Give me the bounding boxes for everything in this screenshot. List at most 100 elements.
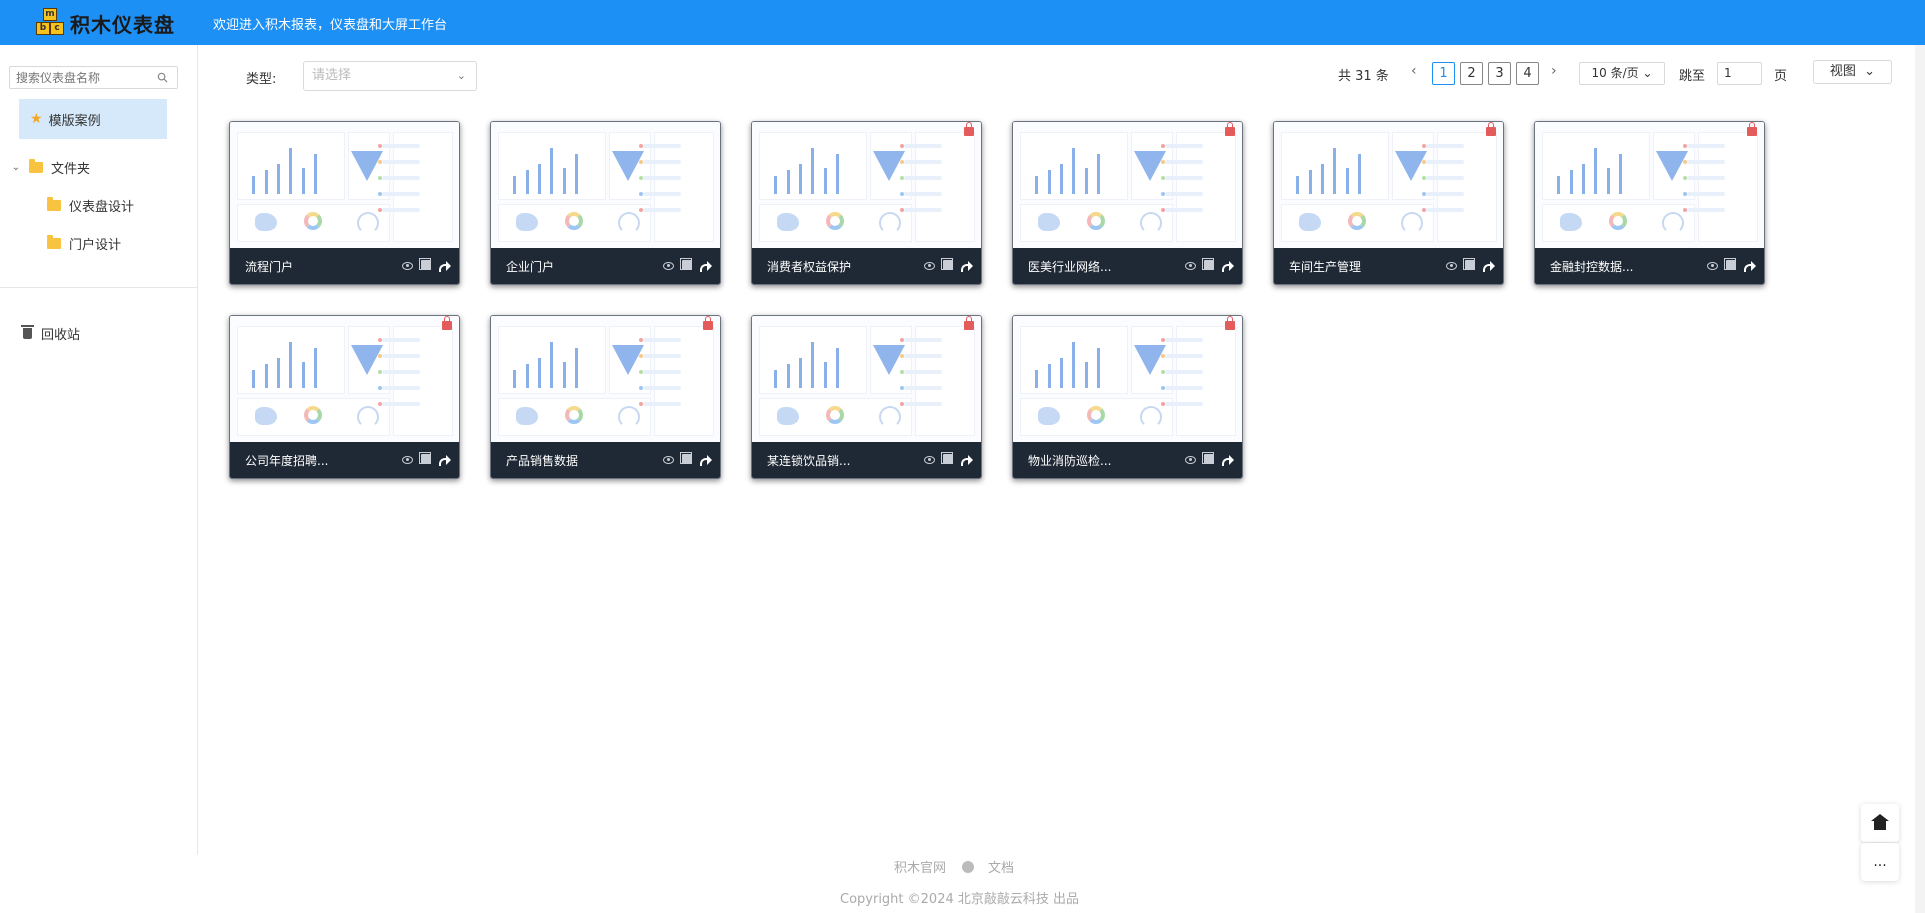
page-size-select[interactable]: 10 条/页 ⌄: [1579, 62, 1665, 85]
card-title[interactable]: 公司年度招聘...: [245, 452, 385, 469]
eye-icon[interactable]: [663, 456, 674, 464]
eye-icon[interactable]: [924, 456, 935, 464]
dashboard-thumbnail[interactable]: [1535, 122, 1764, 248]
dashboard-card[interactable]: 金融封控数据...: [1534, 121, 1765, 285]
share-icon[interactable]: [439, 454, 451, 466]
share-icon[interactable]: [700, 260, 712, 272]
share-icon[interactable]: [439, 260, 451, 272]
card-title[interactable]: 流程门户: [245, 258, 385, 275]
eye-icon[interactable]: [1185, 456, 1196, 464]
tree-item-folder-portal-design[interactable]: 门户设计: [47, 233, 121, 253]
eye-icon[interactable]: [402, 456, 413, 464]
page-button-4[interactable]: 4: [1516, 62, 1539, 85]
copy-icon[interactable]: [680, 452, 692, 464]
dashboard-thumbnail[interactable]: [1274, 122, 1503, 248]
dashboard-card[interactable]: 流程门户: [229, 121, 460, 285]
copy-icon[interactable]: [680, 258, 692, 270]
share-icon[interactable]: [961, 454, 973, 466]
eye-icon[interactable]: [1707, 262, 1718, 270]
dashboard-thumbnail[interactable]: [752, 122, 981, 248]
copy-icon[interactable]: [941, 452, 953, 464]
card-title[interactable]: 消费者权益保护: [767, 258, 907, 275]
dashboard-search[interactable]: [9, 66, 178, 89]
thumb-gauge: [879, 406, 901, 428]
card-title[interactable]: 产品销售数据: [506, 452, 646, 469]
dashboard-card[interactable]: 物业消防巡检...: [1012, 315, 1243, 479]
card-title[interactable]: 金融封控数据...: [1550, 258, 1690, 275]
search-icon[interactable]: [157, 72, 168, 83]
tree-item-folder-root[interactable]: ⌄ 文件夹: [11, 157, 90, 177]
dashboard-thumbnail[interactable]: [491, 316, 720, 442]
copy-icon[interactable]: [419, 258, 431, 270]
copy-icon[interactable]: [1202, 258, 1214, 270]
folder-icon: [47, 234, 61, 249]
thumb-bar: [563, 168, 566, 194]
copy-icon[interactable]: [941, 258, 953, 270]
dashboard-thumbnail[interactable]: [230, 316, 459, 442]
dashboard-card[interactable]: 公司年度招聘...: [229, 315, 460, 479]
dashboard-card[interactable]: 车间生产管理: [1273, 121, 1504, 285]
eye-icon[interactable]: [924, 262, 935, 270]
jump-label: 跳至: [1679, 69, 1706, 84]
copy-icon[interactable]: [1724, 258, 1736, 270]
dashboard-thumbnail[interactable]: [1013, 316, 1242, 442]
dashboard-card[interactable]: 消费者权益保护: [751, 121, 982, 285]
thumb-bar: [1309, 170, 1312, 194]
official-site-link[interactable]: 积木官网: [894, 857, 946, 876]
home-button[interactable]: [1861, 804, 1899, 842]
share-icon[interactable]: [1222, 260, 1234, 272]
tree-item-folder-dashboard-design[interactable]: 仪表盘设计: [47, 195, 134, 215]
card-title[interactable]: 医美行业网络...: [1028, 258, 1168, 275]
dashboard-card[interactable]: 医美行业网络...: [1012, 121, 1243, 285]
page-button-2[interactable]: 2: [1460, 62, 1483, 85]
dashboard-card[interactable]: 某连锁饮品销...: [751, 315, 982, 479]
dashboard-card[interactable]: 产品销售数据: [490, 315, 721, 479]
share-icon[interactable]: [961, 260, 973, 272]
eye-icon[interactable]: [402, 262, 413, 270]
eye-icon[interactable]: [1185, 262, 1196, 270]
card-title[interactable]: 某连锁饮品销...: [767, 452, 907, 469]
jump-page-input[interactable]: 1: [1717, 62, 1762, 85]
tree-item-label: 仪表盘设计: [69, 199, 135, 215]
chevron-down-icon[interactable]: ⌄: [11, 162, 21, 173]
docs-link[interactable]: 文档: [988, 857, 1014, 876]
copy-icon[interactable]: [419, 452, 431, 464]
card-footer: 流程门户: [230, 248, 459, 284]
dashboard-thumbnail[interactable]: [1013, 122, 1242, 248]
card-title[interactable]: 企业门户: [506, 258, 646, 275]
eye-icon[interactable]: [1446, 262, 1457, 270]
share-icon[interactable]: [1222, 454, 1234, 466]
thumb-bar: [1333, 148, 1336, 194]
thumb-bar: [265, 364, 268, 388]
page-scrollbar[interactable]: [1915, 45, 1925, 913]
page-button-3[interactable]: 3: [1488, 62, 1511, 85]
more-button[interactable]: ...: [1861, 843, 1899, 881]
thumb-legend-line: [904, 160, 942, 164]
share-icon[interactable]: [1483, 260, 1495, 272]
view-mode-dropdown[interactable]: 视图 ⌄: [1813, 60, 1892, 84]
search-input[interactable]: [16, 70, 156, 85]
type-filter-select[interactable]: 请选择 ⌄: [303, 61, 477, 91]
share-icon[interactable]: [1744, 260, 1756, 272]
dashboard-thumbnail[interactable]: [230, 122, 459, 248]
copy-icon[interactable]: [1463, 258, 1475, 270]
tree-item-templates[interactable]: ★ 模版案例: [19, 99, 167, 139]
thumb-legend-line: [1165, 192, 1203, 196]
share-icon[interactable]: [700, 454, 712, 466]
prev-page-icon[interactable]: ‹: [1411, 63, 1417, 79]
eye-icon[interactable]: [663, 262, 674, 270]
next-page-icon[interactable]: ›: [1551, 63, 1557, 79]
page-button-1[interactable]: 1: [1432, 62, 1455, 85]
dashboard-card[interactable]: 企业门户: [490, 121, 721, 285]
card-title[interactable]: 车间生产管理: [1289, 258, 1429, 275]
thumb-bar: [538, 164, 541, 194]
logo[interactable]: m b c 积木仪表盘: [33, 8, 175, 37]
github-icon[interactable]: [962, 860, 975, 873]
copy-icon[interactable]: [1202, 452, 1214, 464]
recycle-bin-item[interactable]: 回收站: [21, 323, 80, 343]
tree-item-label: 文件夹: [51, 161, 91, 177]
dashboard-thumbnail[interactable]: [752, 316, 981, 442]
thumb-legend-line: [643, 338, 681, 342]
card-title[interactable]: 物业消防巡检...: [1028, 452, 1168, 469]
dashboard-thumbnail[interactable]: [491, 122, 720, 248]
